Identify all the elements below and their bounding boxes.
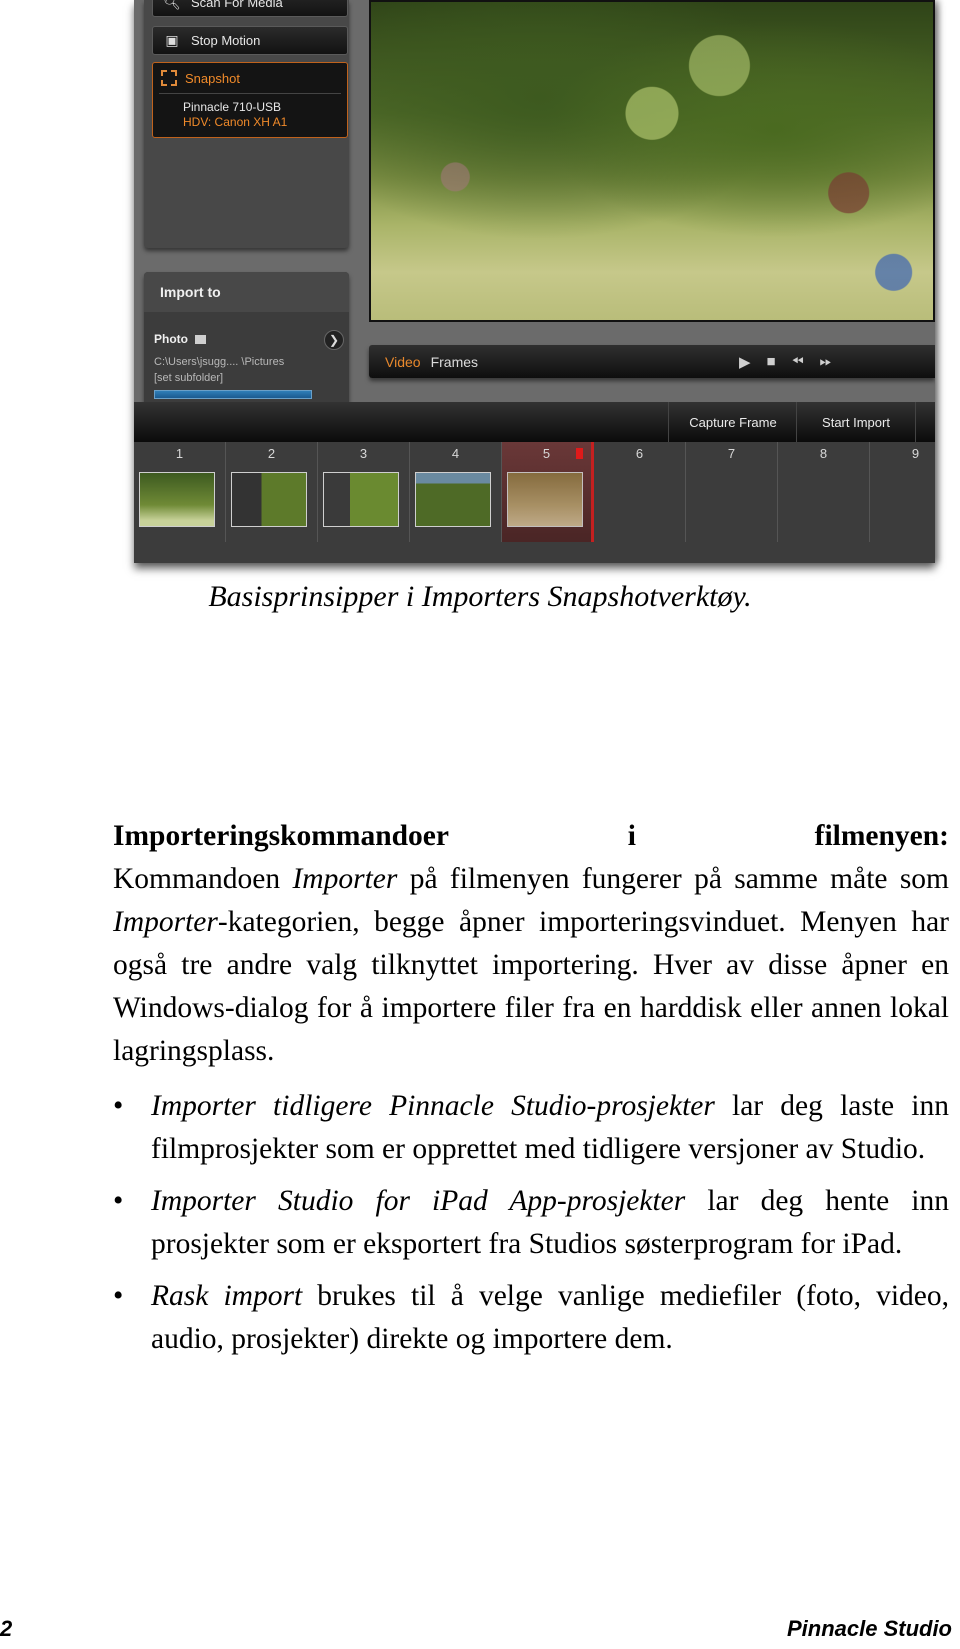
chevron-right-icon[interactable]: ❯ — [324, 330, 344, 350]
frame-number: 3 — [359, 446, 368, 461]
heading-word: i — [627, 820, 636, 852]
search-icon: 🔍︎ — [163, 0, 181, 10]
capture-toolbar: Capture Frame Start Import — [134, 402, 935, 442]
frame-number: 6 — [635, 446, 644, 461]
tab-video[interactable]: Video — [385, 354, 421, 370]
frame-number: 8 — [819, 446, 828, 461]
frame-number: 2 — [267, 446, 276, 461]
snapshot-button[interactable]: Snapshot Pinnacle 710-USB HDV: Canon XH … — [152, 62, 348, 138]
photo-label: Photo — [154, 332, 188, 346]
frame-number: 7 — [727, 446, 736, 461]
frame-thumbnail[interactable] — [139, 472, 215, 527]
camera-icon: ▣ — [165, 32, 179, 48]
tab-frames[interactable]: Frames — [431, 354, 478, 370]
heading-word: filmenyen: — [814, 820, 949, 852]
frame-number: 4 — [451, 446, 460, 461]
snapshot-bracket-icon — [161, 70, 177, 86]
delete-marker-icon[interactable] — [576, 448, 583, 459]
frame-slot-selected[interactable]: 5 — [502, 442, 594, 542]
fast-forward-icon[interactable]: ⏩︎ — [820, 353, 832, 370]
stop-motion-button[interactable]: ▣ Stop Motion — [152, 26, 348, 55]
frame-number: 9 — [911, 446, 920, 461]
device-item[interactable]: Pinnacle 710-USB — [183, 100, 347, 115]
transport-bar: Video Frames ▶ ■ ⏪︎ ⏩︎ — [369, 345, 935, 378]
heading-word: Importeringskommandoer — [113, 820, 449, 852]
frame-thumbnail[interactable] — [323, 472, 399, 527]
frame-strip: 1 2 3 4 5 6 7 8 9 — [134, 442, 935, 542]
bullet-icon: • — [113, 1280, 124, 1312]
import-source-panel: 🔍︎ Scan For Media ▣ Stop Motion Snapshot… — [144, 0, 349, 248]
frame-slot[interactable]: 6 — [594, 442, 686, 542]
importer-screenshot: 🔍︎ Scan For Media ▣ Stop Motion Snapshot… — [134, 0, 935, 563]
frame-slot[interactable]: 2 — [226, 442, 318, 542]
subfolder-input[interactable] — [154, 390, 312, 399]
snapshot-label: Snapshot — [185, 70, 240, 86]
video-preview — [369, 0, 935, 322]
bullet-icon: • — [113, 1185, 124, 1217]
set-subfolder-link[interactable]: [set subfolder] — [154, 370, 284, 386]
start-import-button[interactable]: Start Import — [796, 402, 916, 442]
running-footer-title: Pinnacle Studio — [786, 1616, 952, 1641]
list-item: • Rask import brukes til å velge vanlige … — [113, 1275, 949, 1361]
import-options-list: • Importer tidligere Pinnacle Studio-pros… — [113, 1085, 949, 1361]
rewind-icon[interactable]: ⏪︎ — [792, 353, 804, 370]
play-icon[interactable]: ▶ — [739, 353, 751, 371]
capture-frame-button[interactable]: Capture Frame — [668, 402, 797, 442]
page-number: 2 — [0, 1616, 13, 1641]
frame-number: 1 — [175, 446, 184, 461]
frame-thumbnail[interactable] — [231, 472, 307, 527]
section-heading: Importeringskommandoer i filmenyen: — [113, 815, 949, 858]
figure-caption: Basisprinsipper i Importers Snapshotverk… — [208, 580, 752, 613]
list-item: • Importer Studio for iPad App-prosjekter… — [113, 1180, 949, 1266]
frame-slot[interactable]: 1 — [134, 442, 226, 542]
list-item: • Importer tidligere Pinnacle Studio-pros… — [113, 1085, 949, 1171]
frame-slot[interactable]: 7 — [686, 442, 778, 542]
frame-thumbnail[interactable] — [415, 472, 491, 527]
intro-paragraph: Kommandoen Importer på filmenyen fungere… — [113, 863, 949, 1067]
scan-for-media-label: Scan For Media — [191, 0, 283, 10]
section-body: Importeringskommandoer i filmenyen: Komm… — [113, 815, 949, 1370]
scan-for-media-button[interactable]: 🔍︎ Scan For Media — [152, 0, 348, 17]
frame-slot[interactable]: 3 — [318, 442, 410, 542]
frame-slot[interactable]: 9 — [870, 442, 935, 542]
frame-slot[interactable]: 8 — [778, 442, 870, 542]
frame-slot[interactable]: 4 — [410, 442, 502, 542]
device-item-selected[interactable]: HDV: Canon XH A1 — [183, 115, 347, 130]
frame-thumbnail[interactable] — [507, 472, 583, 527]
import-path: C:\Users\jsugg.... \Pictures — [154, 356, 285, 368]
stop-icon[interactable]: ■ — [767, 353, 776, 370]
folder-icon[interactable] — [195, 334, 206, 344]
stop-motion-label: Stop Motion — [191, 33, 261, 48]
import-to-title: Import to — [144, 272, 349, 312]
bullet-icon: • — [113, 1090, 124, 1122]
